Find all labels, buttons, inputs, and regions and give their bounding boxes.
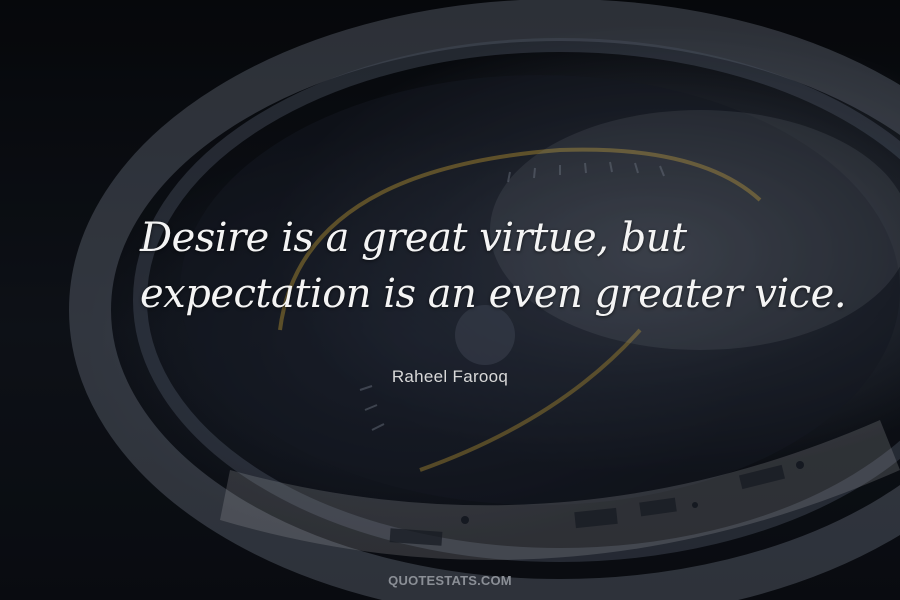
quote-text: Desire is a great virtue, but expectatio… [140, 210, 847, 322]
quote-line-2: expectation is an even greater vice. [140, 271, 847, 317]
quote-line-1: Desire is a great virtue, but [140, 215, 687, 261]
quote-image: Desire is a great virtue, but expectatio… [0, 0, 900, 600]
site-watermark: QUOTESTATS.COM [388, 573, 512, 588]
quote-author: Raheel Farooq [391, 367, 509, 386]
